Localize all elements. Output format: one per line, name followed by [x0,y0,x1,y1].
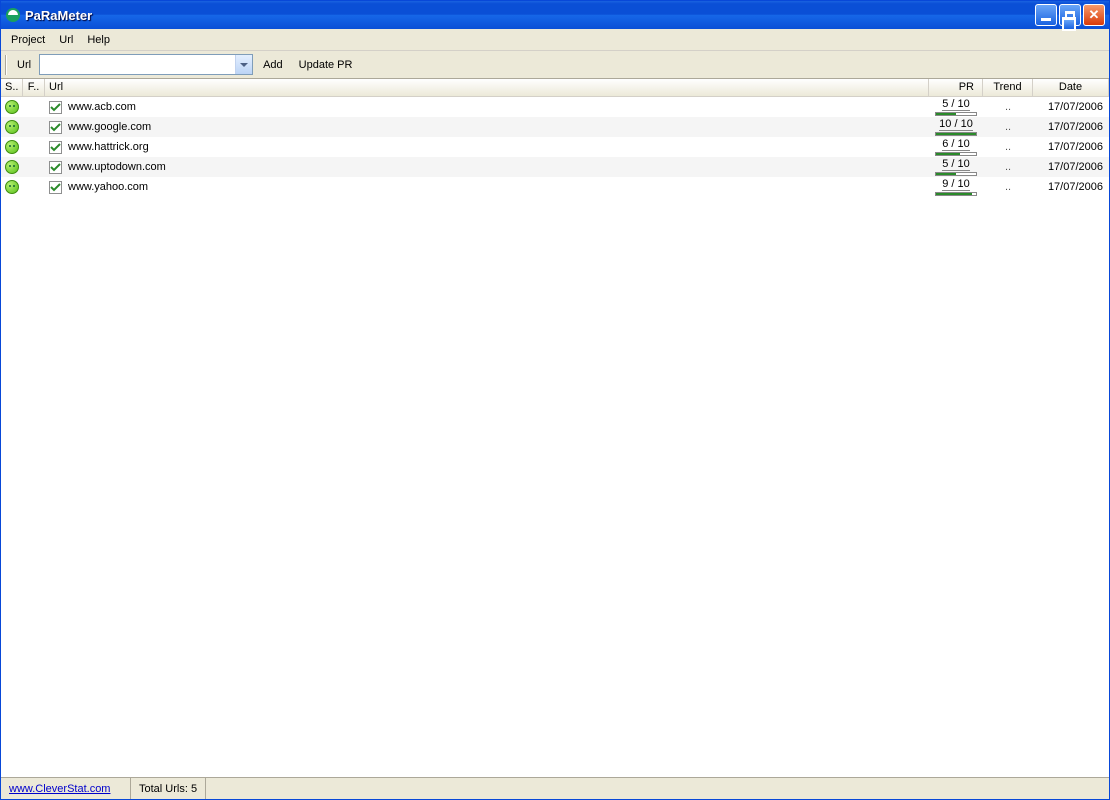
menu-bar: Project Url Help [1,29,1109,51]
table-row[interactable]: • www.google.com 10 / 10..17/07/2006 [1,117,1109,137]
table-row[interactable]: • www.yahoo.com 9 / 10..17/07/2006 [1,177,1109,197]
col-trend[interactable]: Trend [983,79,1033,96]
row-trend: .. [983,121,1033,133]
row-url: www.uptodown.com [68,161,166,173]
status-bar: www.CleverStat.com Total Urls: 5 [1,777,1109,799]
total-label: Total Urls: [139,783,188,795]
chevron-down-icon [240,63,248,67]
row-checkbox[interactable] [49,141,62,154]
smiley-icon [5,160,19,174]
add-button[interactable]: Add [257,56,289,74]
row-url: www.yahoo.com [68,181,148,193]
menu-project[interactable]: Project [5,31,51,49]
col-status[interactable]: S.. [1,79,23,96]
flag-icon: • [23,145,45,149]
column-header: S.. F.. Url PR Trend Date [1,79,1109,97]
menu-url[interactable]: Url [53,31,79,49]
col-url[interactable]: Url [45,79,929,96]
toolbar: Url Add Update PR [1,51,1109,79]
flag-icon: • [23,185,45,189]
total-value: 5 [191,783,197,795]
row-pr: 5 / 10 [929,159,983,176]
update-pr-button[interactable]: Update PR [293,56,359,74]
row-pr: 10 / 10 [929,119,983,136]
row-date: 17/07/2006 [1033,121,1109,133]
row-url: www.acb.com [68,101,136,113]
url-combo[interactable] [39,54,253,75]
smiley-icon [5,140,19,154]
row-checkbox[interactable] [49,181,62,194]
row-pr: 9 / 10 [929,179,983,196]
row-trend: .. [983,101,1033,113]
col-flag[interactable]: F.. [23,79,45,96]
url-label: Url [13,59,35,71]
row-trend: .. [983,141,1033,153]
row-pr: 6 / 10 [929,139,983,156]
col-pr[interactable]: PR [929,79,983,96]
url-input[interactable] [40,55,235,74]
flag-icon: • [23,165,45,169]
row-trend: .. [983,181,1033,193]
row-checkbox[interactable] [49,101,62,114]
status-icon [1,180,23,194]
status-total: Total Urls: 5 [131,778,206,799]
minimize-button[interactable] [1035,4,1057,26]
status-icon [1,160,23,174]
row-trend: .. [983,161,1033,173]
table-row[interactable]: • www.uptodown.com 5 / 10..17/07/2006 [1,157,1109,177]
status-icon [1,140,23,154]
window-title: PaRaMeter [25,8,1035,23]
flag-icon: • [23,125,45,129]
col-date[interactable]: Date [1033,79,1109,96]
smiley-icon [5,180,19,194]
row-url: www.google.com [68,121,151,133]
row-date: 17/07/2006 [1033,161,1109,173]
close-button[interactable]: ✕ [1083,4,1105,26]
status-icon [1,100,23,114]
status-icon [1,120,23,134]
row-checkbox[interactable] [49,161,62,174]
table-row[interactable]: • www.hattrick.org 6 / 10..17/07/2006 [1,137,1109,157]
flag-icon: • [23,105,45,109]
table-row[interactable]: • www.acb.com 5 / 10..17/07/2006 [1,97,1109,117]
restore-button[interactable] [1059,4,1081,26]
title-bar: PaRaMeter ✕ [1,1,1109,29]
row-url: www.hattrick.org [68,141,149,153]
row-checkbox[interactable] [49,121,62,134]
status-link[interactable]: www.CleverStat.com [1,778,131,799]
row-date: 17/07/2006 [1033,181,1109,193]
smiley-icon [5,120,19,134]
menu-help[interactable]: Help [81,31,116,49]
row-pr: 5 / 10 [929,99,983,116]
toolbar-grip [5,55,7,75]
row-date: 17/07/2006 [1033,141,1109,153]
row-date: 17/07/2006 [1033,101,1109,113]
url-dropdown-button[interactable] [235,55,252,74]
smiley-icon [5,100,19,114]
table-body: •www.acb.com5 / 10..17/07/2006•www.googl… [1,97,1109,777]
app-icon [5,7,21,23]
